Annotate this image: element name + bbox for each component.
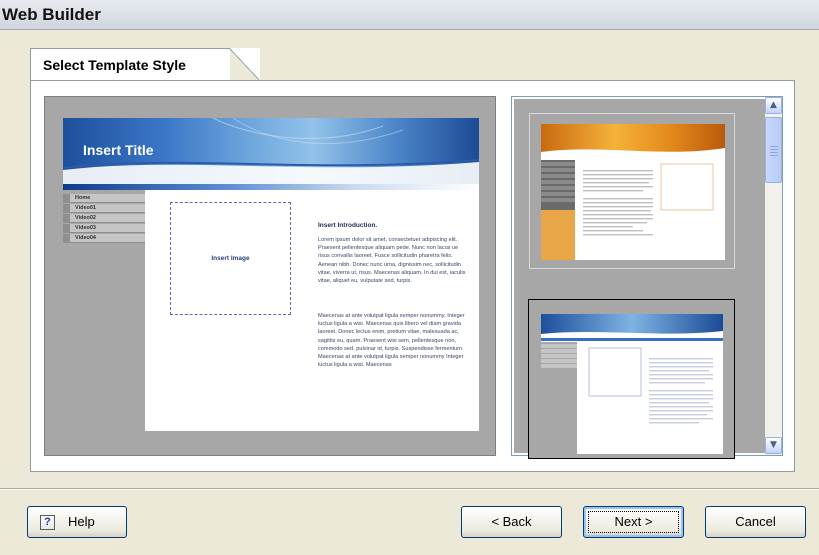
- title-bar: Web Builder: [0, 0, 819, 30]
- blue-template-picture: [541, 314, 723, 454]
- template-thumbnail-orange-image: [541, 124, 725, 260]
- preview-paragraph: Maecenas at ante volutpat ligula semper …: [318, 313, 465, 369]
- preview-sidebar: Home Video01 Video02 Video03 Video04: [63, 190, 145, 431]
- button-bar-divider: [0, 488, 819, 490]
- window-title: Web Builder: [2, 5, 101, 24]
- help-button[interactable]: ? Help: [27, 506, 127, 538]
- help-icon: ?: [40, 515, 55, 530]
- preview-intro-title: Insert Introduction.: [318, 222, 378, 229]
- template-list-scrollbar[interactable]: ▲ ▼: [765, 97, 782, 455]
- preview-image-placeholder: Insert Image: [170, 202, 291, 315]
- preview-paragraph: Lorem ipsum dolor sit amet, consectetuer…: [318, 237, 466, 285]
- preview-nav-item: Home: [63, 194, 145, 203]
- help-button-label: Help: [68, 514, 95, 529]
- scrollbar-thumb[interactable]: [765, 117, 782, 183]
- orange-template-picture: [541, 124, 725, 260]
- cancel-button-label: Cancel: [735, 514, 776, 529]
- preview-nav-item: Video04: [63, 234, 145, 243]
- focus-rectangle: [588, 511, 679, 533]
- cancel-button[interactable]: Cancel: [705, 506, 806, 538]
- preview-nav-item: Video01: [63, 204, 145, 213]
- preview-nav-item: Video03: [63, 224, 145, 233]
- next-button[interactable]: Next >: [583, 506, 684, 538]
- template-preview-page: Insert Title Home Video01 Video02 Video0…: [63, 118, 479, 431]
- tab-select-template-style[interactable]: Select Template Style: [30, 48, 260, 81]
- preview-image-label: Insert Image: [211, 255, 250, 262]
- template-thumbnail-blue-image: [541, 314, 723, 454]
- preview-nav-item: Video02: [63, 214, 145, 223]
- chevron-down-icon[interactable]: ▼: [765, 437, 782, 454]
- back-button-label: < Back: [491, 514, 532, 529]
- chevron-up-icon[interactable]: ▲: [765, 97, 782, 114]
- tab-label: Select Template Style: [43, 57, 186, 73]
- back-button[interactable]: < Back: [461, 506, 562, 538]
- preview-banner-title: Insert Title: [83, 142, 154, 158]
